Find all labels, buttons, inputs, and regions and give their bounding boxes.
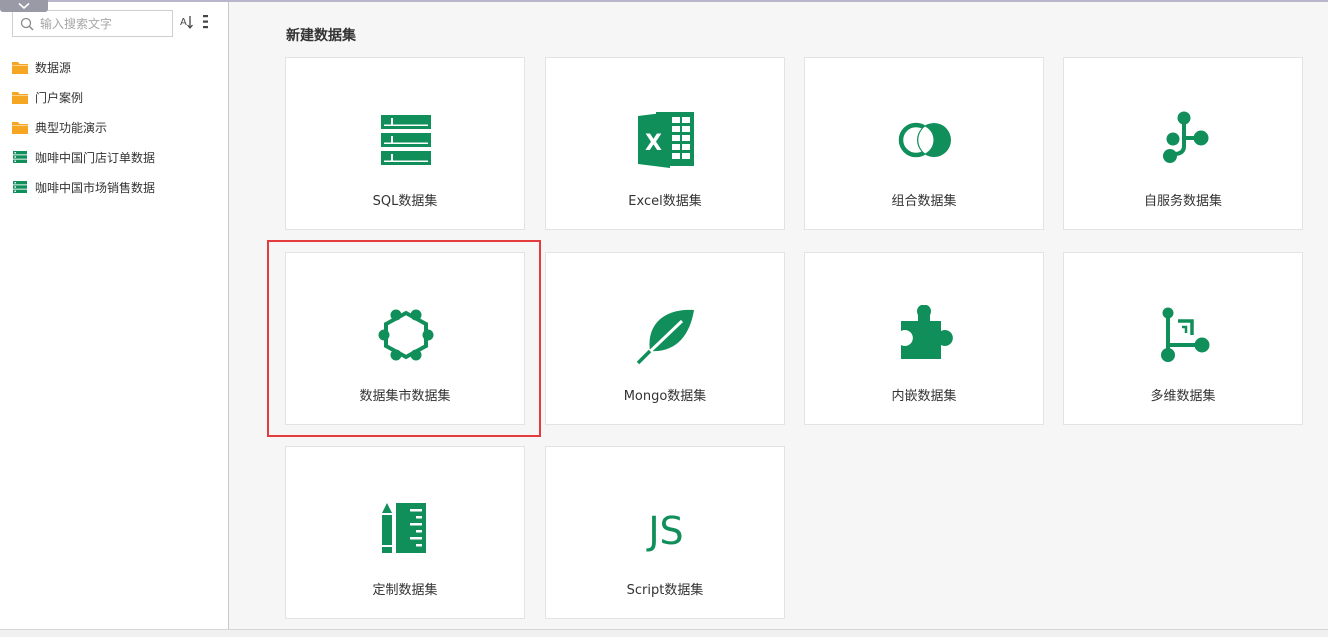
puzzle-icon	[901, 305, 953, 359]
sidebar: A 数据源 门户案例 典型功能演示 咖啡中国门店订单数据 咖啡中国市场销售数据	[0, 2, 229, 629]
folder-icon	[12, 62, 28, 74]
tree-item-feature-demo[interactable]: 典型功能演示	[12, 112, 155, 142]
tree-item-data-source[interactable]: 数据源	[12, 52, 155, 82]
search-box[interactable]	[12, 10, 173, 37]
card-script-dataset[interactable]: JS Script数据集	[545, 446, 785, 619]
card-combined-dataset[interactable]: 组合数据集	[804, 57, 1044, 230]
search-icon	[20, 17, 34, 31]
tree-item-label: 门户案例	[35, 90, 84, 105]
collapse-toggle[interactable]	[0, 0, 48, 12]
card-label: 定制数据集	[372, 583, 438, 598]
dataset-tree: 数据源 门户案例 典型功能演示 咖啡中国门店订单数据 咖啡中国市场销售数据	[12, 52, 155, 202]
dataset-icon	[13, 181, 27, 193]
folder-icon	[12, 92, 28, 104]
more-vertical-icon[interactable]	[202, 14, 210, 30]
svg-text:JS: JS	[646, 509, 683, 553]
tree-item-label: 数据源	[35, 60, 72, 75]
card-self-service-dataset[interactable]: 自服务数据集	[1063, 57, 1303, 230]
js-script-icon: JS	[646, 509, 683, 553]
svg-text:X: X	[645, 131, 662, 156]
card-label: 内嵌数据集	[891, 389, 957, 404]
tree-item-portal-cases[interactable]: 门户案例	[12, 82, 155, 112]
card-embedded-dataset[interactable]: 内嵌数据集	[804, 252, 1044, 425]
card-label: 组合数据集	[891, 194, 957, 209]
excel-icon: X	[638, 112, 694, 168]
card-mongo-dataset[interactable]: Mongo数据集	[545, 252, 785, 425]
tree-item-label: 典型功能演示	[35, 120, 108, 135]
card-sql-dataset[interactable]: SQL数据集	[285, 57, 525, 230]
tree-item-label: 咖啡中国市场销售数据	[35, 180, 156, 195]
card-label: Mongo数据集	[623, 389, 707, 404]
combine-circles-icon	[898, 122, 951, 158]
folder-icon	[12, 122, 28, 134]
card-label: SQL数据集	[372, 194, 438, 209]
card-label: 自服务数据集	[1143, 194, 1222, 209]
svg-text:A: A	[180, 17, 187, 28]
card-multidimensional-dataset[interactable]: 多维数据集	[1063, 252, 1303, 425]
page-title: 新建数据集	[286, 28, 356, 44]
sort-icon[interactable]: A	[180, 14, 194, 30]
multidimensional-icon	[1161, 307, 1210, 362]
card-excel-dataset[interactable]: X Excel数据集	[545, 57, 785, 230]
selection-highlight	[267, 240, 541, 437]
pencil-ruler-icon	[382, 503, 426, 553]
dataset-icon	[13, 151, 27, 163]
search-input[interactable]	[40, 14, 168, 33]
card-custom-dataset[interactable]: 定制数据集	[285, 446, 525, 619]
leaf-icon	[636, 309, 694, 365]
sql-table-icon	[381, 115, 431, 165]
card-label: Script数据集	[626, 583, 704, 598]
tree-item-coffee-store-orders[interactable]: 咖啡中国门店订单数据	[12, 142, 155, 172]
chevron-down-icon	[18, 2, 30, 10]
tree-item-coffee-market-sales[interactable]: 咖啡中国市场销售数据	[12, 172, 155, 202]
card-label: Excel数据集	[628, 194, 702, 209]
tree-item-label: 咖啡中国门店订单数据	[35, 150, 156, 165]
self-service-flow-icon	[1163, 111, 1209, 163]
card-label: 多维数据集	[1150, 389, 1216, 404]
bottom-scroll-area	[0, 629, 1328, 637]
